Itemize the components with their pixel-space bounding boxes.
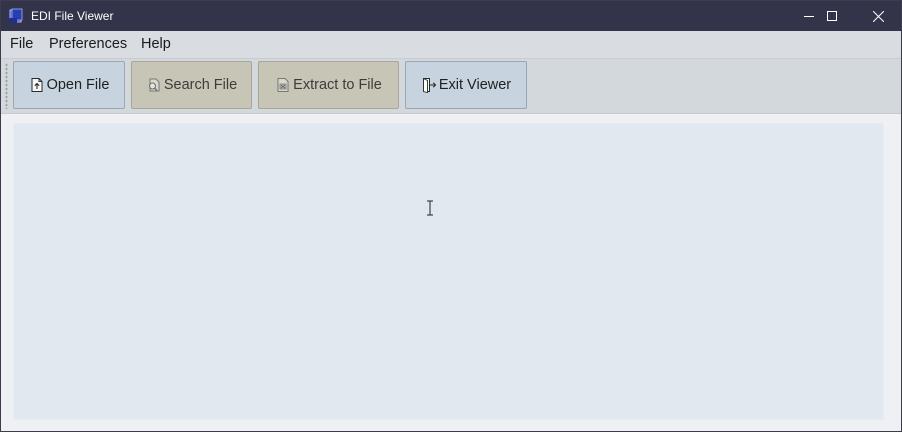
window-title: EDI File Viewer <box>31 9 114 23</box>
maximize-button[interactable] <box>809 1 855 31</box>
title-bar[interactable]: EDI File Viewer <box>1 1 901 31</box>
close-button[interactable] <box>855 1 901 31</box>
text-cursor-icon <box>427 200 433 216</box>
extract-to-file-button[interactable]: Extract to File <box>258 61 399 109</box>
search-file-button[interactable]: Search File <box>131 61 252 109</box>
content-area <box>1 114 901 431</box>
exit-icon <box>421 77 437 93</box>
open-file-label: Open File <box>46 77 110 93</box>
menu-bar: File Preferences Help <box>1 31 901 59</box>
file-content-view[interactable] <box>13 123 884 420</box>
extract-file-icon <box>275 77 291 93</box>
menu-file[interactable]: File <box>10 36 33 52</box>
extract-to-file-label: Extract to File <box>293 77 382 93</box>
toolbar-grip[interactable] <box>5 63 8 109</box>
edi-app-icon <box>8 8 24 24</box>
close-icon <box>872 10 884 22</box>
maximize-icon <box>827 11 837 21</box>
exit-viewer-button[interactable]: Exit Viewer <box>405 61 527 109</box>
exit-viewer-label: Exit Viewer <box>438 77 512 93</box>
search-file-label: Search File <box>163 77 238 93</box>
open-file-button[interactable]: Open File <box>13 61 125 109</box>
menu-help[interactable]: Help <box>141 36 171 52</box>
app-window: EDI File Viewer File Preferences Help Op… <box>0 0 902 432</box>
search-file-icon <box>146 77 162 93</box>
menu-preferences[interactable]: Preferences <box>49 36 127 52</box>
open-file-icon <box>29 77 45 93</box>
toolbar: Open File Search File Extract to File Ex… <box>1 59 901 114</box>
